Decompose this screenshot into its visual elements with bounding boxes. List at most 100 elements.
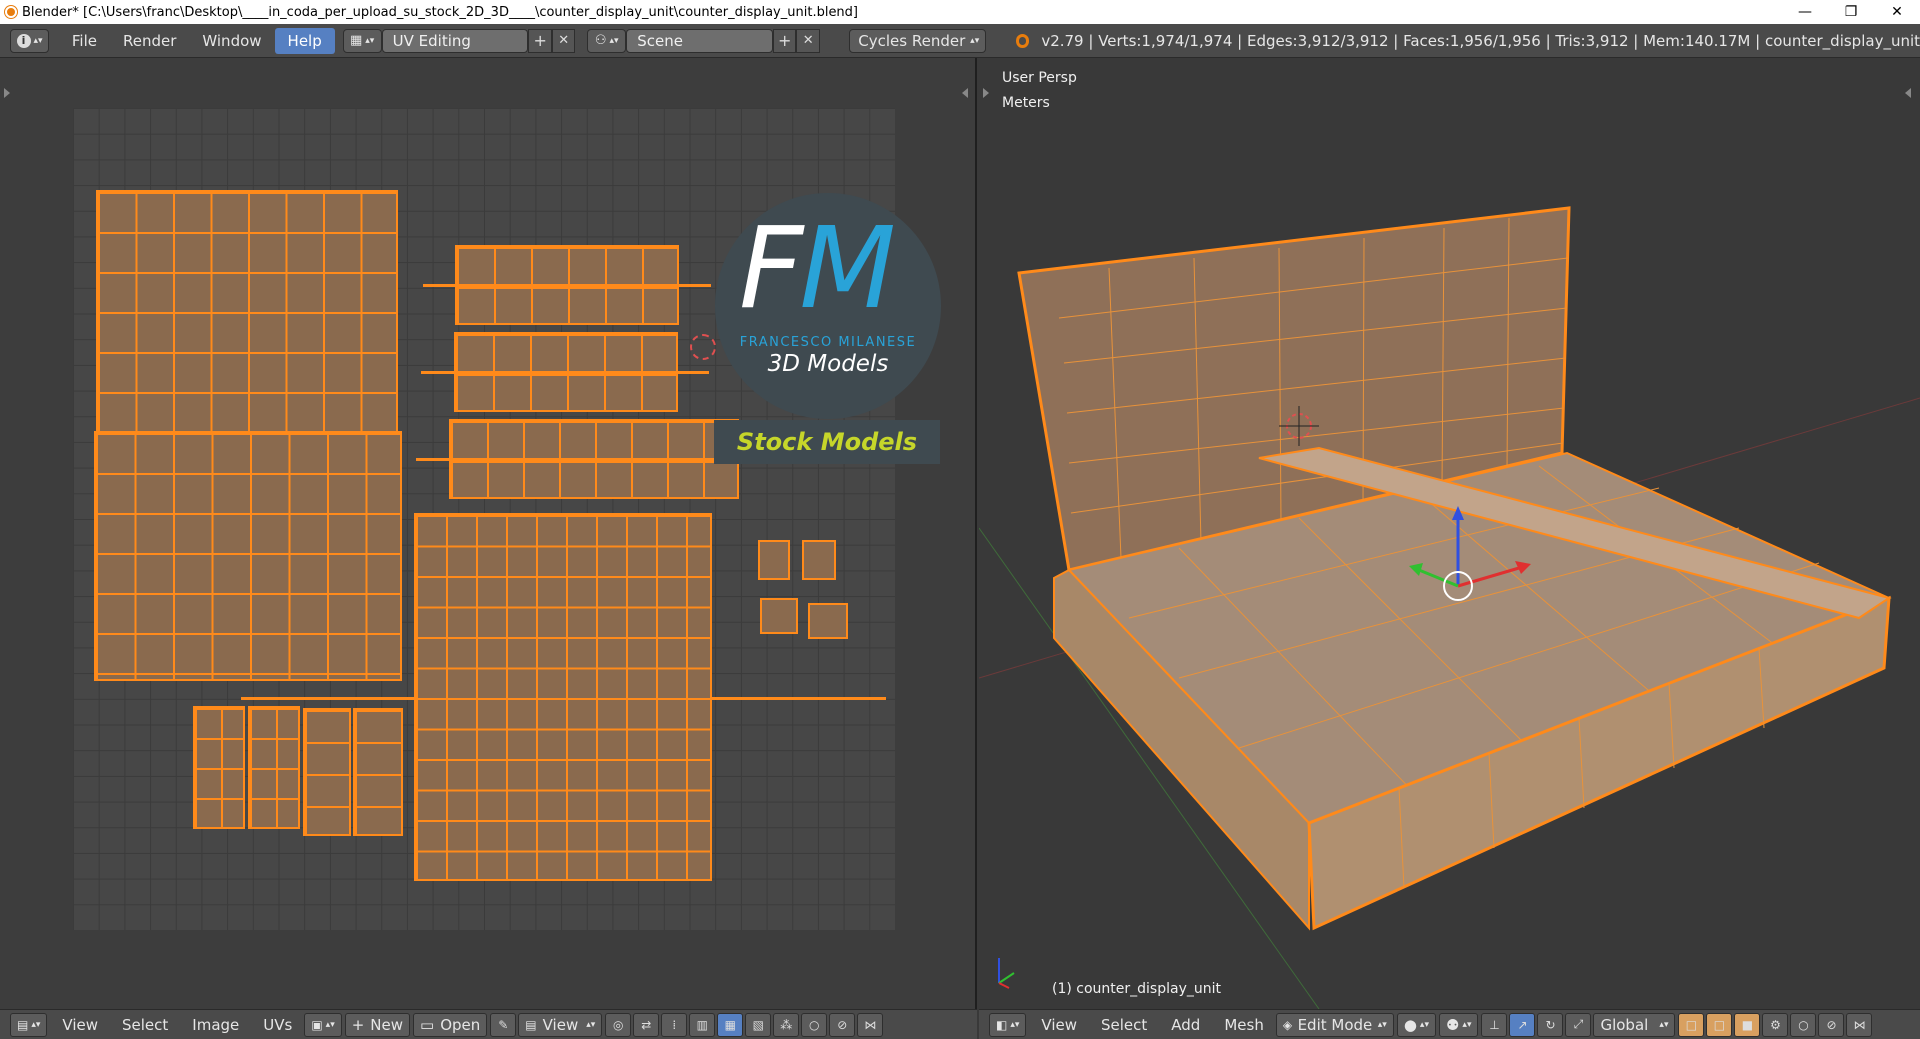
menu-image[interactable]: Image (180, 1016, 251, 1034)
scale-manipulator-icon[interactable]: ⤢ (1565, 1012, 1592, 1037)
editor-type-selector[interactable]: ▤ ▴▾ (10, 1012, 48, 1037)
screen-layout-icon-button[interactable]: ▦ ▴▾ (342, 28, 382, 53)
uv-island[interactable] (802, 540, 836, 580)
uv-island[interactable] (758, 540, 790, 580)
edit-mode-icon: ◈ (1282, 1017, 1293, 1032)
uv-island[interactable] (193, 706, 245, 829)
mesh-view[interactable] (979, 58, 1920, 1009)
3d-view-header: ◧ ▴▾ View Select Add Mesh ◈ Edit Mode ▴▾ ● ▴… (979, 1009, 1920, 1039)
face-select-icon[interactable]: ▦ (717, 1012, 744, 1037)
close-button[interactable]: ✕ (1874, 0, 1920, 24)
uv-island[interactable] (248, 706, 300, 829)
3d-viewport[interactable]: User Persp Meters (1) counter_display_un… (979, 58, 1920, 1009)
vertex-select-icon[interactable]: ⁞ (661, 1012, 688, 1037)
editor-type-selector[interactable]: i ▴▾ (10, 28, 50, 53)
remove-scene-button[interactable]: ✕ (796, 28, 820, 53)
chevron-updown-icon: ▴▾ (1377, 1019, 1387, 1030)
render-engine-value: Cycles Render (858, 31, 966, 50)
add-screen-button[interactable]: + (528, 28, 552, 53)
pivot-dropdown[interactable]: ⚉ ▴▾ (1438, 1012, 1479, 1037)
open-image-button[interactable]: ▭ Open (413, 1012, 488, 1037)
pin-icon[interactable]: ✎ (490, 1012, 517, 1037)
editor-type-selector[interactable]: ◧ ▴▾ (989, 1012, 1027, 1037)
2d-cursor-icon[interactable] (690, 334, 716, 360)
edge-select-icon[interactable]: □ (1706, 1012, 1733, 1037)
view-mode-dropdown[interactable]: ▤ View ▴▾ (518, 1012, 603, 1037)
remove-screen-button[interactable]: ✕ (551, 28, 576, 53)
pivot-point-icon: ⚉ (1445, 1015, 1460, 1034)
add-scene-button[interactable]: + (773, 28, 797, 53)
menu-select[interactable]: Select (1089, 1016, 1159, 1034)
logo-badge: Stock Models (714, 420, 940, 464)
menu-render[interactable]: Render (110, 28, 189, 54)
uv-island[interactable] (96, 190, 398, 435)
new-image-button[interactable]: + New (344, 1012, 411, 1037)
chevron-updown-icon: ▴▾ (31, 1019, 41, 1030)
region-toggle-right-icon[interactable] (962, 88, 968, 98)
shading-dropdown[interactable]: ● ▴▾ (1396, 1012, 1436, 1037)
menu-mesh[interactable]: Mesh (1212, 1016, 1276, 1034)
snap-target-icon[interactable]: ⋈ (1846, 1012, 1873, 1037)
mini-axis-y (998, 972, 1015, 984)
face-select-icon[interactable]: ■ (1734, 1012, 1761, 1037)
sync-selection-icon[interactable]: ⇄ (633, 1012, 660, 1037)
window-title-bar: Blender* [C:\Users\franc\Desktop\____in_… (0, 0, 1920, 24)
menu-select[interactable]: Select (110, 1016, 180, 1034)
uv-island[interactable] (808, 603, 848, 639)
uv-edge-line (423, 284, 711, 287)
uv-island[interactable] (353, 708, 403, 836)
proportional-edit-icon[interactable]: ○ (1790, 1012, 1817, 1037)
menu-help[interactable]: Help (274, 27, 335, 54)
sticky-select-icon[interactable]: ⁂ (773, 1012, 800, 1037)
cube-icon: ◧ (996, 1017, 1008, 1032)
edge-select-icon[interactable]: ▥ (689, 1012, 716, 1037)
island-select-icon[interactable]: ▧ (745, 1012, 772, 1037)
uv-island[interactable] (760, 598, 798, 634)
menu-view[interactable]: View (1029, 1016, 1089, 1034)
uv-image-editor[interactable]: FM FRANCESCO MILANESE 3D Models Stock Mo… (0, 58, 977, 1009)
menu-file[interactable]: File (59, 28, 110, 54)
vertex-select-icon[interactable]: □ (1678, 1012, 1705, 1037)
scene-icon-button[interactable]: ⚇ ▴▾ (587, 28, 627, 53)
proportional-edit-icon[interactable]: ○ (801, 1012, 828, 1037)
image-browse-button[interactable]: ▣ ▴▾ (304, 1012, 342, 1037)
uv-editor-header: ▤ ▴▾ View Select Image UVs ▣ ▴▾ + New ▭ Open… (0, 1009, 977, 1039)
minimize-button[interactable]: — (1782, 0, 1828, 24)
uv-edge-line (421, 371, 709, 374)
layout-grid-icon: ▦ (349, 33, 363, 48)
snap-target-icon[interactable]: ⋈ (857, 1012, 884, 1037)
snap-icon[interactable]: ⊘ (829, 1012, 856, 1037)
menu-window[interactable]: Window (189, 28, 274, 54)
occlude-geometry-icon[interactable]: ⚙ (1762, 1012, 1789, 1037)
image-icon: ▣ (311, 1017, 323, 1032)
menu-uvs[interactable]: UVs (251, 1016, 304, 1034)
scene-icon: ⚇ (594, 33, 607, 48)
manipulator-toggle-icon[interactable]: ⊥ (1481, 1012, 1508, 1037)
rotate-manipulator-icon[interactable]: ↻ (1537, 1012, 1564, 1037)
restore-button[interactable]: ❐ (1828, 0, 1874, 24)
uv-island[interactable] (303, 708, 351, 836)
pivot-icon[interactable]: ◎ (605, 1012, 632, 1037)
menu-view[interactable]: View (50, 1016, 110, 1034)
active-object-label: (1) counter_display_unit (1052, 981, 1221, 997)
open-label: Open (440, 1015, 481, 1034)
logo-letters: FM (739, 204, 896, 334)
solid-shading-icon: ● (1403, 1015, 1417, 1034)
chevron-updown-icon: ▴▾ (970, 35, 980, 46)
scene-field[interactable]: Scene (626, 28, 773, 53)
snap-icon[interactable]: ⊘ (1818, 1012, 1845, 1037)
chevron-updown-icon: ▴▾ (33, 35, 43, 46)
uv-island[interactable] (414, 513, 712, 881)
plus-icon: + (351, 1015, 365, 1034)
screen-layout-field[interactable]: UV Editing (381, 28, 529, 53)
region-toggle-left-icon[interactable] (4, 88, 10, 98)
uv-island[interactable] (94, 431, 402, 681)
chevron-updown-icon: ▴▾ (325, 1019, 335, 1030)
mode-dropdown[interactable]: ◈ Edit Mode ▴▾ (1275, 1012, 1394, 1037)
info-icon: i (16, 33, 31, 48)
menu-add[interactable]: Add (1159, 1016, 1212, 1034)
orientation-dropdown[interactable]: Global ▴▾ (1593, 1012, 1676, 1037)
render-engine-dropdown[interactable]: Cycles Render ▴▾ (849, 28, 987, 53)
translate-manipulator-icon[interactable]: ↗ (1509, 1012, 1536, 1037)
chevron-updown-icon: ▴▾ (609, 35, 619, 46)
